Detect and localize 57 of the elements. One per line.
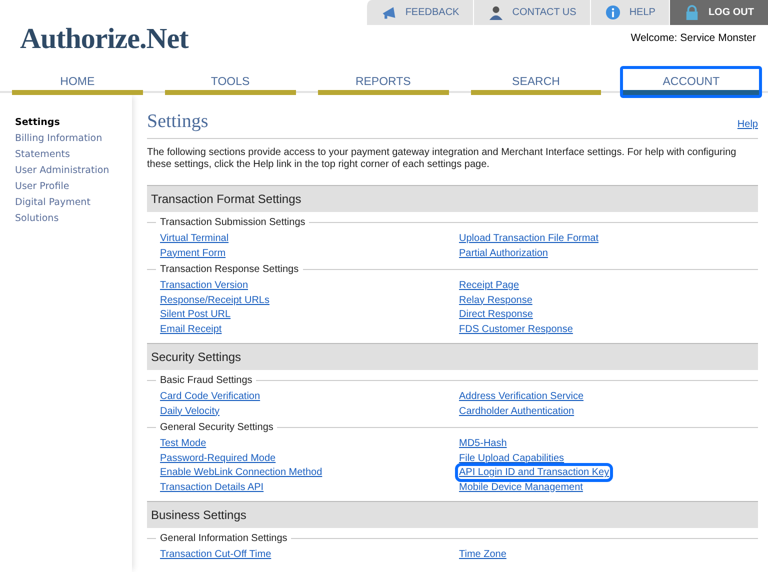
- help-link[interactable]: Help: [737, 119, 758, 130]
- person-icon: [488, 5, 504, 20]
- nav-tab[interactable]: TOOLS: [164, 76, 296, 95]
- settings-link[interactable]: Response/Receipt URLs: [160, 294, 270, 306]
- sidebar-item[interactable]: Settings: [15, 115, 132, 131]
- utility-button[interactable]: FEEDBACK: [366, 0, 474, 25]
- settings-link[interactable]: Test Mode: [160, 438, 206, 449]
- settings-link[interactable]: Relay Response: [459, 294, 532, 306]
- settings-link[interactable]: Virtual Terminal: [160, 233, 229, 244]
- settings-link[interactable]: Cardholder Authentication: [459, 406, 574, 416]
- settings-link[interactable]: FDS Customer Response: [459, 324, 573, 334]
- section-header: Security Settings: [147, 343, 758, 370]
- sidebar-item[interactable]: Billing Information: [15, 131, 132, 147]
- settings-link[interactable]: Transaction Details API: [160, 482, 264, 492]
- nav-tab[interactable]: ACCOUNT: [623, 76, 759, 95]
- settings-link[interactable]: Card Code Verification: [160, 391, 260, 402]
- settings-link[interactable]: Payment Form: [160, 248, 226, 258]
- settings-link[interactable]: Enable WebLink Connection Method: [160, 467, 322, 478]
- sidebar-item[interactable]: Statements: [15, 147, 132, 163]
- settings-link[interactable]: Transaction Cut-Off Time: [160, 549, 272, 560]
- sidebar-item[interactable]: User Profile: [15, 179, 132, 195]
- utility-button[interactable]: LOG OUT: [669, 0, 768, 25]
- lock-icon: [684, 5, 700, 20]
- settings-link[interactable]: Silent Post URL: [160, 309, 231, 320]
- settings-link[interactable]: Upload Transaction File Format: [459, 233, 599, 244]
- settings-link[interactable]: Password-Required Mode: [160, 452, 276, 464]
- utility-button[interactable]: CONTACT US: [473, 0, 590, 25]
- settings-link[interactable]: Daily Velocity: [160, 406, 220, 416]
- utility-button[interactable]: HELP: [590, 0, 670, 25]
- intro-text: The following sections provide access to your payment gateway integration and Merchant Interface settings. For help with configuring these settings, click the Help link in the top right corner of each settings page.: [147, 147, 738, 171]
- section-header: Transaction Format Settings: [147, 185, 758, 212]
- settings-link[interactable]: Mobile Device Management: [459, 482, 583, 492]
- group-title: Basic Fraud Settings: [160, 374, 252, 386]
- group-title: Transaction Response Settings: [160, 264, 299, 274]
- nav-tab[interactable]: REPORTS: [318, 76, 449, 95]
- sidebar-item[interactable]: User Administration: [15, 163, 132, 179]
- group-title: Transaction Submission Settings: [160, 216, 306, 228]
- page-title: Settings: [147, 111, 208, 133]
- settings-link[interactable]: Address Verification Service: [459, 391, 584, 402]
- info-icon: [605, 5, 622, 20]
- settings-link[interactable]: Partial Authorization: [459, 248, 548, 258]
- section-header: Business Settings: [147, 501, 758, 528]
- logo: Authorize.Net: [20, 23, 188, 56]
- settings-link[interactable]: Transaction Version: [160, 280, 248, 291]
- settings-link[interactable]: MD5-Hash: [459, 438, 507, 449]
- nav-tab[interactable]: HOME: [12, 76, 143, 95]
- settings-link[interactable]: Email Receipt: [160, 324, 222, 334]
- welcome-text: Welcome: Service Monster: [630, 32, 756, 44]
- nav-tab[interactable]: SEARCH: [470, 76, 602, 95]
- group-title: General Information Settings: [160, 532, 288, 544]
- sidebar-item[interactable]: Digital Payment Solutions: [15, 195, 132, 227]
- group-title: General Security Settings: [160, 422, 274, 432]
- settings-link[interactable]: File Upload Capabilities: [459, 452, 564, 464]
- megaphone-icon: [381, 5, 398, 20]
- settings-link[interactable]: Time Zone: [459, 549, 506, 560]
- settings-link[interactable]: Receipt Page: [459, 280, 520, 291]
- settings-link[interactable]: Direct Response: [459, 309, 533, 320]
